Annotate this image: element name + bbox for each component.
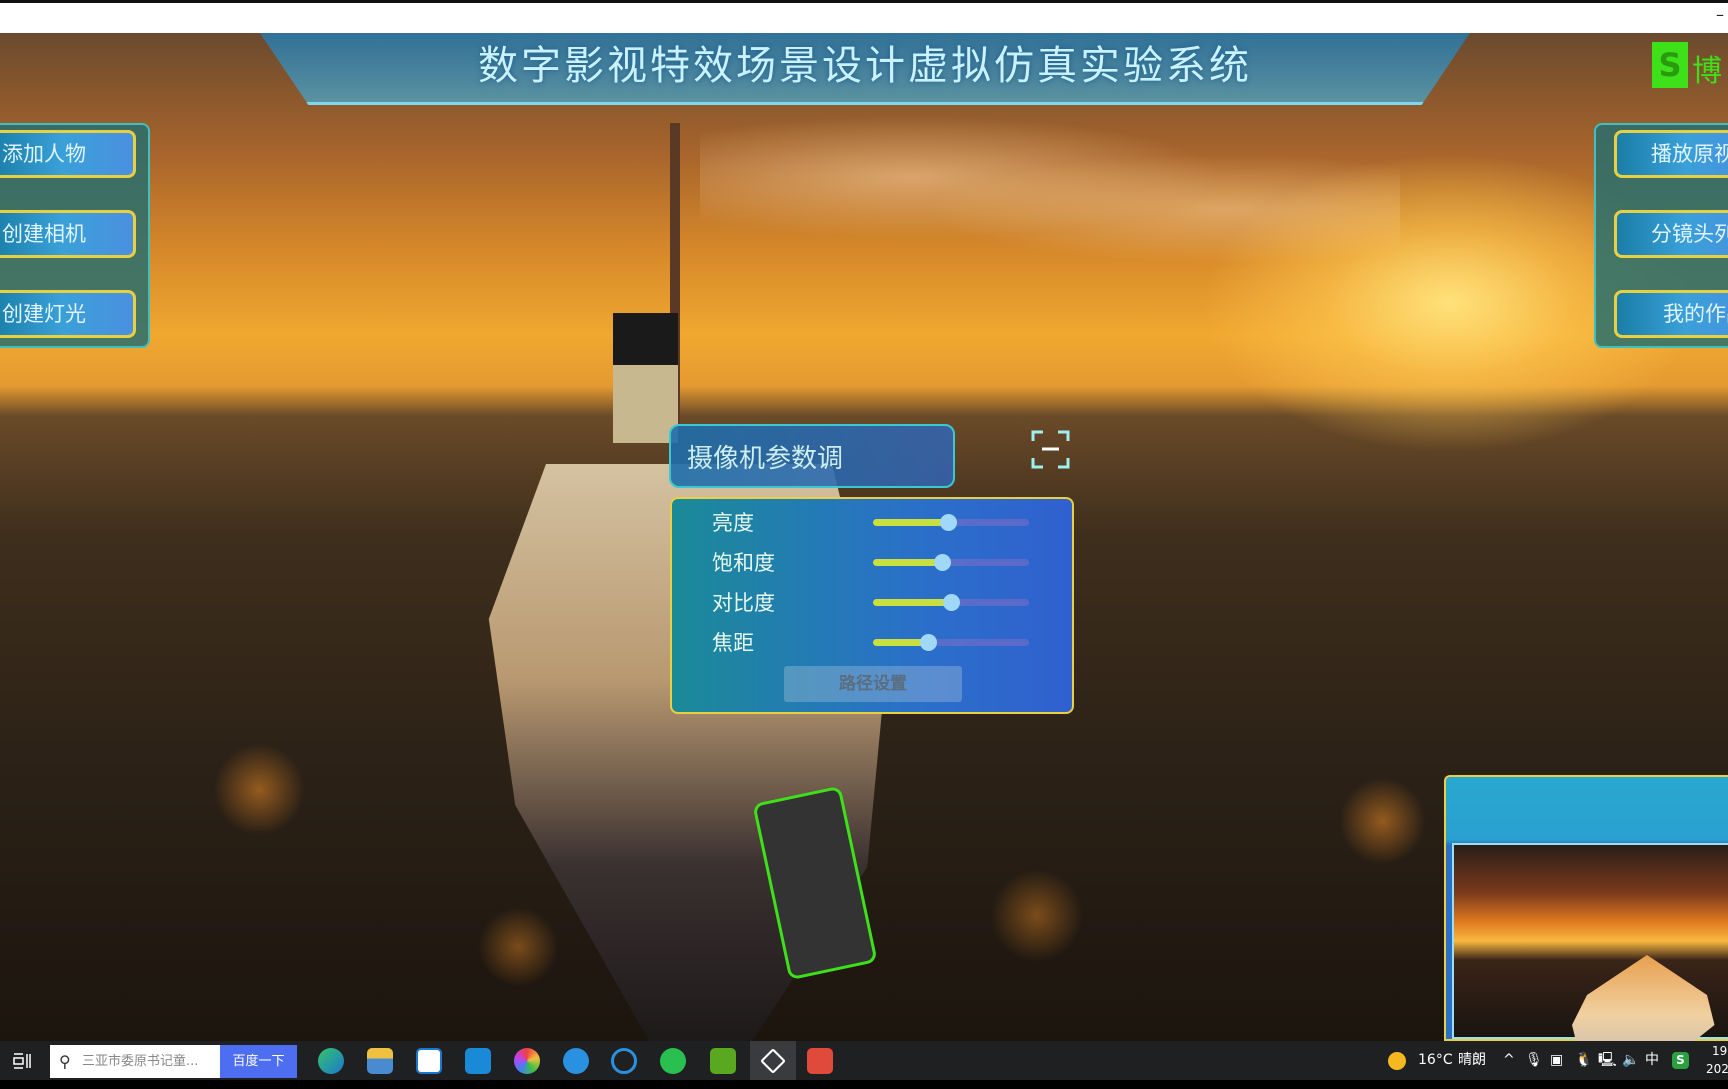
slider-row: 亮度 — [702, 507, 1062, 537]
slider-track[interactable] — [873, 634, 1029, 651]
create-camera-button[interactable]: 创建相机 — [0, 210, 136, 258]
clouds — [700, 113, 1400, 273]
slider-row: 焦距 — [702, 627, 1062, 657]
search-placeholder: 三亚市委原书记童... — [82, 1054, 199, 1069]
ship-funnel — [613, 313, 678, 443]
preview-ship — [1572, 955, 1715, 1055]
tray-overflow-chevron-icon[interactable]: ^ — [1503, 1041, 1515, 1080]
camera-preview-panel — [1444, 775, 1728, 1055]
clock-date[interactable]: 202 — [1706, 1050, 1728, 1089]
slider-track[interactable] — [873, 554, 1029, 571]
baidu-search-button[interactable]: 百度一下 — [220, 1045, 297, 1078]
minimize-button[interactable]: – — [1716, 5, 1724, 24]
camera-panel-header: 摄像机参数调 — [669, 424, 955, 488]
slider-knob[interactable] — [933, 554, 951, 571]
camera-panel-title: 摄像机参数调 — [687, 444, 844, 474]
slider-fill — [873, 519, 948, 526]
logo-word: 博 — [1692, 54, 1722, 89]
camera-panel: 路径设置 亮度 饱和度 对比度 焦距 — [670, 497, 1074, 714]
mail-icon[interactable] — [465, 1048, 491, 1074]
wps-icon[interactable]: S — [1672, 1052, 1689, 1069]
slider-fill — [873, 559, 942, 566]
slider-label: 对比度 — [712, 591, 775, 615]
weather-text[interactable]: 晴朗 — [1458, 1041, 1486, 1080]
slider-label: 亮度 — [712, 511, 754, 535]
slider-track[interactable] — [873, 594, 1029, 611]
ie-icon[interactable] — [563, 1048, 589, 1074]
file-explorer-icon[interactable] — [367, 1048, 393, 1074]
taskbar: ⚲ 三亚市委原书记童... 百度一下 16°C 晴朗 ^ 🎙 ▣ 🐧 🖳 🔈 中… — [0, 1041, 1728, 1080]
slider-track[interactable] — [873, 514, 1029, 531]
red-c-app-icon[interactable] — [807, 1048, 833, 1074]
left-menu-panel: 添加人物 创建相机 创建灯光 — [0, 123, 150, 348]
window-title-bar: – — [0, 0, 1728, 33]
screen-capture-icon[interactable]: ▣ — [1550, 1041, 1563, 1080]
slider-knob[interactable] — [939, 514, 957, 531]
edge-icon[interactable] — [318, 1048, 344, 1074]
path-settings-button[interactable]: 路径设置 — [784, 666, 962, 702]
wechat-icon[interactable] — [660, 1048, 686, 1074]
right-menu-panel: 播放原视 分镜头列 我的作品 — [1594, 123, 1728, 348]
weather-temp[interactable]: 16°C — [1418, 1041, 1453, 1080]
search-icon: ⚲ — [59, 1052, 71, 1071]
unity-icon — [760, 1048, 786, 1074]
slider-knob[interactable] — [919, 634, 937, 651]
ime-indicator[interactable]: 中 — [1645, 1041, 1659, 1080]
my-works-button[interactable]: 我的作品 — [1614, 290, 1728, 338]
logo: S — [1652, 42, 1688, 88]
camera-preview-image — [1452, 843, 1728, 1055]
camtasia-icon[interactable] — [710, 1048, 736, 1074]
play-original-button[interactable]: 播放原视 — [1614, 130, 1728, 178]
slider-knob[interactable] — [943, 594, 960, 611]
slider-row: 饱和度 — [702, 547, 1062, 577]
volume-icon[interactable]: 🔈 — [1622, 1041, 1639, 1080]
add-character-button[interactable]: 添加人物 — [0, 130, 136, 178]
storyboard-list-button[interactable]: 分镜头列 — [1614, 210, 1728, 258]
microsoft-store-icon[interactable] — [416, 1048, 442, 1074]
network-icon[interactable]: 🖳 — [1598, 1041, 1617, 1080]
slider-row: 对比度 — [702, 587, 1062, 617]
app-header: 数字影视特效场景设计虚拟仿真实验系统 — [260, 33, 1470, 105]
microphone-icon[interactable]: 🎙 — [1525, 1041, 1543, 1080]
fullscreen-focus-icon[interactable] — [1030, 429, 1071, 470]
taskbar-search-input[interactable]: ⚲ 三亚市委原书记童... — [50, 1045, 220, 1078]
create-light-button[interactable]: 创建灯光 — [0, 290, 136, 338]
browser-360-icon[interactable] — [514, 1048, 540, 1074]
unity-taskbar-button[interactable] — [750, 1041, 796, 1080]
weather-sun-icon[interactable] — [1388, 1052, 1406, 1070]
search-app-icon[interactable] — [611, 1048, 637, 1074]
slider-label: 饱和度 — [712, 551, 775, 575]
app-title: 数字影视特效场景设计虚拟仿真实验系统 — [478, 43, 1252, 89]
slider-fill — [873, 599, 951, 606]
task-view-icon[interactable] — [13, 1052, 31, 1070]
slider-label: 焦距 — [712, 631, 754, 655]
qq-icon[interactable]: 🐧 — [1575, 1041, 1592, 1080]
